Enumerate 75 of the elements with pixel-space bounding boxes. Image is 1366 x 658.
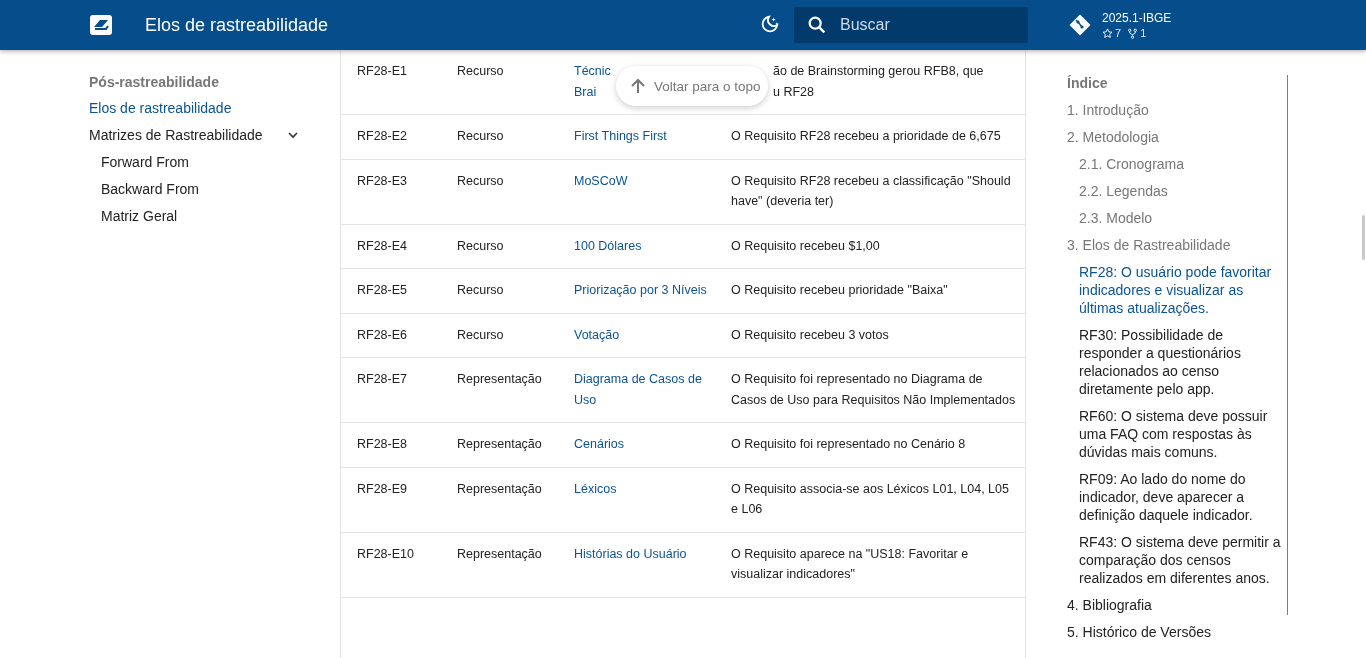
toc-item[interactable]: 2.1. Cronograma	[1079, 155, 1281, 173]
nav-item[interactable]: Backward From	[101, 180, 200, 198]
table-cell-text: RF28-E10	[357, 545, 415, 563]
back-to-top-button[interactable]: Voltar para o topo	[616, 66, 768, 106]
technique-link[interactable]: 100 Dólares	[574, 235, 731, 256]
toc-item[interactable]: RF30: Possibilidade de responder a questionários relacionados ao censo diretamente pelo app.	[1079, 326, 1281, 398]
star-count: 7	[1115, 27, 1122, 39]
search-input[interactable]: Buscar	[838, 15, 1012, 35]
nav-item[interactable]: Matriz Geral	[101, 207, 178, 225]
table-cell-text: Representação	[457, 436, 543, 453]
table-cell-text: RF28-E2	[357, 128, 409, 145]
toc-item[interactable]: RF43: O sistema deve permitir a comparação dos censos realizados em diferentes anos.	[1079, 533, 1281, 587]
table-cell-text: RF28-E9	[357, 480, 409, 498]
table-cell-text: Representação	[457, 480, 543, 498]
technique-link[interactable]: Técnic	[574, 61, 611, 82]
technique-link[interactable]: MoSCoW	[574, 170, 731, 191]
toc-item[interactable]: 2.2. Legendas	[1079, 182, 1281, 200]
table-cell-text: ão de Brainstorming gerou RFB8, que	[773, 63, 984, 80]
toc-item[interactable]: 3. Elos de Rastreabilidade	[1067, 236, 1281, 254]
search-icon	[806, 14, 828, 36]
table-cell-text: RF28-E7	[357, 371, 409, 388]
table-cell-text: Recurso	[457, 172, 505, 190]
nav-item[interactable]: Forward From	[101, 153, 189, 171]
fork-count: 1	[1140, 27, 1147, 39]
table-cell-text: O Requisito aparece na "US18: Favoritar e visualizar indicadores"	[731, 545, 970, 583]
table-cell-text: RF28-E1	[357, 63, 409, 80]
technique-link[interactable]: Histórias do Usuário	[574, 543, 731, 564]
star-icon	[1102, 27, 1113, 39]
nav-section-title: Pós-rastreabilidade	[89, 74, 220, 90]
table-cell-text: Representação	[457, 371, 543, 388]
table-cell-text: Recurso	[457, 128, 505, 145]
technique-link[interactable]: Priorização por 3 Níveis	[574, 280, 731, 301]
technique-link[interactable]: Votação	[574, 324, 731, 345]
nav-item[interactable]: Elos de rastreabilidade	[89, 99, 232, 117]
table-cell-text: O Requisito foi representado no Diagrama de Casos de Uso para Requisitos Não Implementados	[731, 371, 1017, 409]
technique-link[interactable]: Léxicos	[574, 478, 731, 499]
technique-link[interactable]: First Things First	[574, 126, 731, 147]
toc-title: Índice	[1067, 74, 1109, 92]
table-cell-text: RF28-E5	[357, 282, 409, 299]
repository-name[interactable]: 2025.1-IBGE	[1102, 11, 1172, 25]
toc-item[interactable]: 1. Introdução	[1067, 101, 1281, 119]
table-cell-text: RF28-E6	[357, 326, 409, 344]
fork-icon	[1127, 27, 1139, 39]
toc-item[interactable]: 4. Bibliografia	[1067, 596, 1281, 614]
table-cell-text: O Requisito foi representado no Cenário 8	[731, 436, 967, 453]
table-cell-text: O Requisito associa-se aos Léxicos L01, L04, L05 e L06	[731, 480, 1010, 518]
table-cell-text: RF28-E3	[357, 172, 409, 190]
table-cell-text: Recurso	[457, 326, 505, 344]
toc-item[interactable]: 5. Histórico de Versões	[1067, 623, 1281, 641]
table-cell-text: RF28-E4	[357, 237, 409, 255]
table-cell-text: O Requisito RF28 recebeu a prioridade de 6,675	[731, 128, 1002, 145]
table-cell-text: O Requisito recebeu $1,00	[731, 237, 881, 255]
git-icon[interactable]	[1068, 13, 1092, 37]
toc-item[interactable]: 2. Metodologia	[1067, 128, 1281, 146]
technique-link[interactable]: Cenários	[574, 434, 731, 455]
table-cell-text: RF28-E8	[357, 436, 409, 453]
toc-item[interactable]: RF28: O usuário pode favoritar indicadores e visualizar as últimas atualizações.	[1079, 263, 1281, 317]
search-bar[interactable]: Buscar	[794, 7, 1028, 43]
table-cell-text: O Requisito recebeu prioridade "Baixa"	[731, 282, 949, 299]
toc-item[interactable]: RF60: O sistema deve possuir uma FAQ com respostas às dúvidas mais comuns.	[1079, 407, 1281, 461]
toc-item[interactable]: RF09: Ao lado do nome do indicador, deve aparecer a definição daquele indicador.	[1079, 470, 1281, 524]
nav-item[interactable]: Matrizes de Rastreabilidade	[89, 126, 263, 144]
technique-link[interactable]: Diagrama de Casos de Uso	[574, 369, 731, 410]
table-cell-text: O Requisito recebeu 3 votos	[731, 326, 890, 344]
table-cell-text: Recurso	[457, 282, 505, 299]
logo-icon[interactable]	[89, 14, 113, 36]
table-cell-text: Representação	[457, 545, 543, 563]
scrollbar-thumb[interactable]	[1362, 215, 1365, 260]
table-cell-text: u RF28	[773, 83, 814, 101]
table-cell-text: O Requisito RF28 recebeu a classificação "Should have" (deveria ter)	[731, 172, 1012, 210]
site-title: Elos de rastreabilidade	[145, 14, 330, 36]
technique-link[interactable]: Brai	[574, 81, 597, 102]
toc-item[interactable]: 2.3. Modelo	[1079, 209, 1281, 227]
table-cell-text: Recurso	[457, 237, 505, 255]
table-cell-text: Recurso	[457, 63, 505, 80]
